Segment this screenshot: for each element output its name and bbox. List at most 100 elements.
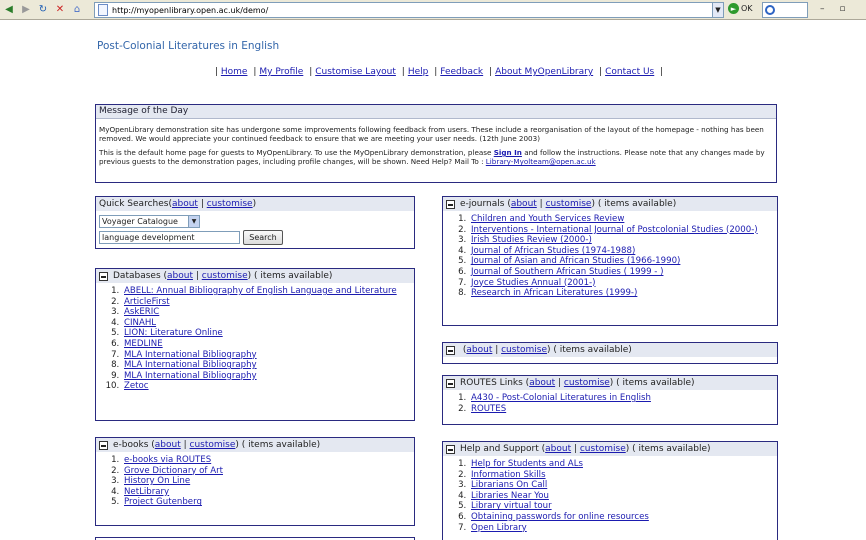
database-link[interactable]: MEDLINE xyxy=(124,339,163,349)
database-link[interactable]: MLA International Bibliography xyxy=(124,360,257,370)
database-link[interactable]: LION: Literature Online xyxy=(124,328,223,338)
window-controls[interactable]: – ▫ xyxy=(820,4,851,14)
ebook-link[interactable]: NetLibrary xyxy=(124,487,169,497)
list-item: MLA International Bibliography xyxy=(122,360,414,371)
items-count: ( items available) xyxy=(254,271,333,281)
nav-link-help[interactable]: Help xyxy=(408,67,429,77)
nav-link-my-profile[interactable]: My Profile xyxy=(259,67,303,77)
customise-link[interactable]: customise xyxy=(564,378,610,388)
about-link[interactable]: about xyxy=(511,199,537,209)
list-item: Irish Studies Review (2000-) xyxy=(469,235,777,246)
database-link[interactable]: AskERIC xyxy=(124,307,159,317)
panel-header: ROUTES Links (about | customise) ( items… xyxy=(443,376,777,390)
search-icon xyxy=(765,5,775,15)
list-item: Librarians On Call xyxy=(469,480,777,491)
database-link[interactable]: Zetoc xyxy=(124,381,149,391)
database-link[interactable]: MLA International Bibliography xyxy=(124,371,257,381)
site-title: Post-Colonial Literatures in English xyxy=(97,40,280,52)
catalogue-select[interactable]: Voyager Catalogue ▼ xyxy=(99,215,200,228)
database-link[interactable]: ABELL: Annual Bibliography of English La… xyxy=(124,286,397,296)
refresh-icon[interactable]: ↻ xyxy=(36,3,50,17)
panel-title: Help and Support xyxy=(460,444,539,454)
about-link[interactable]: about xyxy=(545,444,571,454)
about-link[interactable]: about xyxy=(172,199,198,209)
back-arrow-icon[interactable]: ◀ xyxy=(2,3,16,17)
ejournal-link[interactable]: Interventions - International Journal of… xyxy=(471,225,758,235)
about-link[interactable]: about xyxy=(529,378,555,388)
mail-link[interactable]: Library-Myolteam@open.ac.uk xyxy=(486,157,596,166)
customise-link[interactable]: customise xyxy=(202,271,248,281)
go-button[interactable]: ► OK xyxy=(728,3,753,14)
motd-text: This is the default home page for guests… xyxy=(99,148,494,157)
items-count: ( items available) xyxy=(241,440,321,450)
ejournal-link[interactable]: Journal of Asian and African Studies (19… xyxy=(471,256,680,266)
minimize-icon[interactable] xyxy=(446,444,455,454)
panel-title: Quick Searches xyxy=(99,199,169,209)
nav-link-feedback[interactable]: Feedback xyxy=(440,67,483,77)
minimize-icon[interactable] xyxy=(99,440,108,450)
forward-arrow-icon[interactable]: ▶ xyxy=(19,3,33,17)
help-link[interactable]: Open Library xyxy=(471,523,527,533)
list-item: ROUTES xyxy=(469,404,777,415)
items-count: ( items available) xyxy=(553,345,632,355)
nav-link-about[interactable]: About MyOpenLibrary xyxy=(495,67,593,77)
ejournal-link[interactable]: Research in African Literatures (1999-) xyxy=(471,288,637,298)
database-link[interactable]: CINAHL xyxy=(124,318,156,328)
help-link[interactable]: Help for Students and ALs xyxy=(471,459,583,469)
motd-body: MyOpenLibrary demonstration site has und… xyxy=(96,119,776,166)
nav-link-contact[interactable]: Contact Us xyxy=(605,67,654,77)
route-link[interactable]: ROUTES xyxy=(471,404,506,414)
help-link[interactable]: Librarians On Call xyxy=(471,480,547,490)
minimize-icon[interactable] xyxy=(99,271,108,281)
help-link[interactable]: Libraries Near You xyxy=(471,491,549,501)
go-label: OK xyxy=(741,4,753,13)
list-item: MLA International Bibliography xyxy=(122,350,414,361)
url-dropdown-icon[interactable]: ▼ xyxy=(712,2,724,18)
address-bar[interactable]: http://myopenlibrary.open.ac.uk/demo/ xyxy=(94,2,724,18)
minimize-icon[interactable] xyxy=(446,345,455,355)
list-item: Joyce Studies Annual (2001-) xyxy=(469,278,777,289)
about-link[interactable]: about xyxy=(155,440,181,450)
customise-link[interactable]: customise xyxy=(580,444,626,454)
sign-in-link[interactable]: Sign In xyxy=(494,148,522,157)
about-link[interactable]: about xyxy=(466,345,492,355)
customise-link[interactable]: customise xyxy=(546,199,592,209)
motd-title: Message of the Day xyxy=(96,105,776,119)
home-icon[interactable]: ⌂ xyxy=(70,3,84,17)
list-item: History On Line xyxy=(122,476,414,487)
search-input[interactable]: language development xyxy=(99,231,240,244)
list-item: CINAHL xyxy=(122,318,414,329)
search-button[interactable]: Search xyxy=(243,230,283,245)
help-link[interactable]: Information Skills xyxy=(471,470,546,480)
help-link[interactable]: Library virtual tour xyxy=(471,501,552,511)
customise-link[interactable]: customise xyxy=(190,440,236,450)
ejournal-link[interactable]: Joyce Studies Annual (2001-) xyxy=(471,278,596,288)
ejournal-link[interactable]: Journal of Southern African Studies ( 19… xyxy=(471,267,663,277)
database-link[interactable]: ArticleFirst xyxy=(124,297,170,307)
ejournal-link[interactable]: Journal of African Studies (1974-1988) xyxy=(471,246,635,256)
database-link[interactable]: MLA International Bibliography xyxy=(124,350,257,360)
list-item: Grove Dictionary of Art xyxy=(122,466,414,477)
ebook-link[interactable]: History On Line xyxy=(124,476,190,486)
ejournal-link[interactable]: Irish Studies Review (2000-) xyxy=(471,235,592,245)
nav-link-home[interactable]: Home xyxy=(221,67,248,77)
help-support-panel: Help and Support (about | customise) ( i… xyxy=(442,441,778,540)
untitled-panel: (about | customise) ( items available) xyxy=(442,342,778,364)
stop-icon[interactable]: ✕ xyxy=(53,3,67,17)
ebook-link[interactable]: e-books via ROUTES xyxy=(124,455,211,465)
route-link[interactable]: A430 - Post-Colonial Literatures in Engl… xyxy=(471,393,651,403)
customise-link[interactable]: customise xyxy=(207,199,253,209)
about-link[interactable]: about xyxy=(167,271,193,281)
help-link[interactable]: Obtaining passwords for online resources xyxy=(471,512,649,522)
ebook-link[interactable]: Grove Dictionary of Art xyxy=(124,466,223,476)
minimize-icon[interactable] xyxy=(446,199,455,209)
list-item: Open Library xyxy=(469,523,777,534)
list-item: Help for Students and ALs xyxy=(469,459,777,470)
customise-link[interactable]: customise xyxy=(501,345,547,355)
panel-title: Databases xyxy=(113,271,161,281)
ebook-link[interactable]: Project Gutenberg xyxy=(124,497,202,507)
toolbar-search-box[interactable] xyxy=(762,2,808,18)
minimize-icon[interactable] xyxy=(446,378,455,388)
ejournal-link[interactable]: Children and Youth Services Review xyxy=(471,214,624,224)
nav-link-customise-layout[interactable]: Customise Layout xyxy=(315,67,396,77)
